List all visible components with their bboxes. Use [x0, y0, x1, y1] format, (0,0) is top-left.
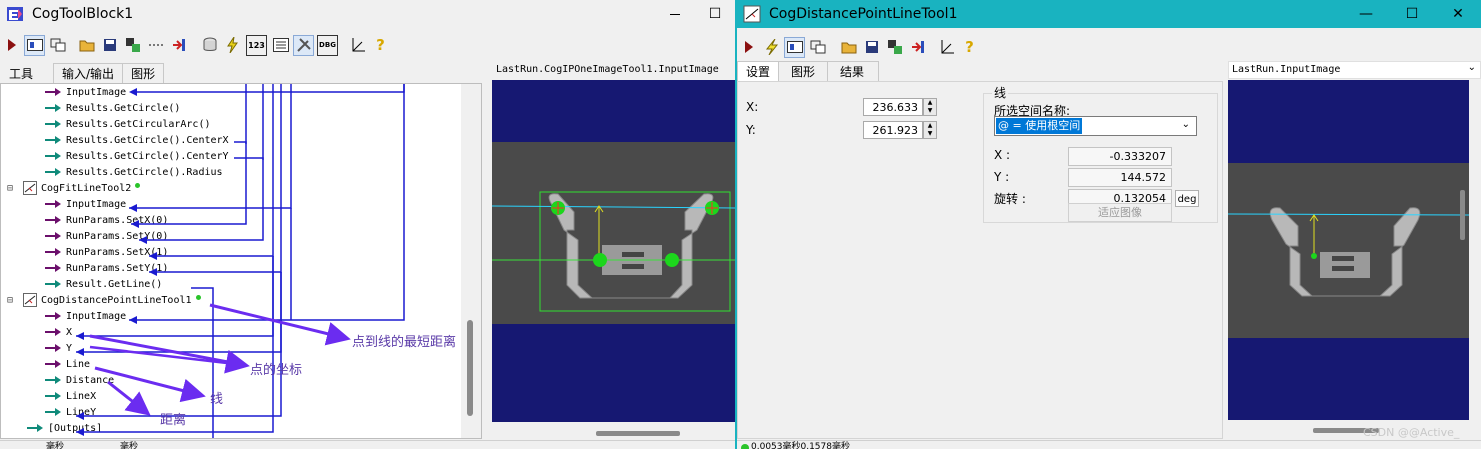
tool-block-window: CogToolBlock1 ☐ 123 DBG ? 工具 输入/输出 图形 In… — [0, 0, 735, 449]
line-x-value: -0.333207 — [1068, 147, 1172, 166]
save-icon[interactable] — [862, 38, 881, 57]
distance-maximize-button[interactable]: ☐ — [1389, 0, 1435, 28]
minimize-icon: — — [1359, 6, 1373, 22]
tab-settings[interactable]: 设置 — [737, 61, 780, 82]
right-status-bar: 0.0053毫秒0.1578毫秒 — [737, 440, 1481, 449]
left-image-display[interactable] — [492, 80, 735, 422]
line-group-title: 线 — [992, 84, 1009, 101]
x-spinner[interactable]: ▲ ▼ — [923, 98, 937, 116]
status-text: 0.0053毫秒0.1578毫秒 — [751, 442, 850, 449]
right-part-image — [1228, 207, 1469, 297]
floating-view-icon[interactable] — [808, 38, 827, 57]
tab-graphics[interactable]: 图形 — [778, 61, 829, 82]
annotation-shortest-distance: 点到线的最短距离 — [352, 335, 457, 350]
distance-tool-tabs: 设置 图形 结果 — [737, 61, 880, 82]
distance-close-button[interactable]: ✕ — [1435, 0, 1481, 28]
chevron-down-icon: ⌄ — [1467, 62, 1476, 73]
lightning-icon[interactable] — [762, 38, 781, 57]
left-part-image — [492, 191, 735, 312]
line-y-value: 144.572 — [1068, 168, 1172, 187]
space-name-value: @ = 使用根空间 — [996, 118, 1083, 134]
status-fragment-1: 毫秒 — [46, 442, 65, 449]
run-icon[interactable] — [739, 38, 758, 57]
image-view-icon[interactable] — [784, 36, 805, 58]
annotation-arrow-distance — [107, 380, 151, 416]
right-image-caption-select[interactable]: LastRun.InputImage ⌄ — [1228, 61, 1481, 79]
x-label: X: — [746, 100, 759, 114]
watermark: CSDN @@Active_ — [1363, 426, 1460, 439]
import-icon[interactable] — [908, 38, 927, 57]
right-image-caption: LastRun.InputImage — [1232, 64, 1341, 75]
right-image-display[interactable] — [1228, 80, 1469, 420]
close-icon: ✕ — [1452, 6, 1464, 22]
right-image-vscroll-thumb[interactable] — [1460, 190, 1465, 240]
distance-tool-toolbar: ? — [737, 34, 1481, 60]
annotation-distance: 距离 — [160, 413, 187, 428]
distance-tool-title: CogDistancePointLineTool1 — [769, 6, 958, 22]
chevron-down-icon: ⌄ — [1181, 119, 1190, 130]
status-ok-icon — [741, 444, 749, 449]
tab-results[interactable]: 结果 — [827, 61, 880, 82]
help-icon[interactable]: ? — [960, 38, 979, 57]
status-fragment-2: 毫秒 — [120, 442, 139, 449]
left-image-scroll-thumb[interactable] — [596, 431, 680, 436]
annotation-point-coords: 点的坐标 — [250, 363, 303, 378]
left-status-bar: 毫秒 毫秒 — [0, 440, 735, 449]
maximize-icon: ☐ — [1405, 6, 1419, 22]
y-spinner[interactable]: ▲ ▼ — [923, 121, 937, 139]
distance-tool-window: CogDistancePointLineTool1 — ☐ ✕ ? 设置 图形 … — [735, 0, 1481, 449]
settings-panel: X: 236.633 ▲ ▼ Y: 261.923 ▲ ▼ 线 所选空间名称: @ … — [737, 81, 1223, 439]
annotation-arrow-line — [94, 366, 206, 403]
x-input[interactable]: 236.633 — [863, 98, 923, 116]
open-icon[interactable] — [839, 38, 858, 57]
distance-tool-title-bar[interactable]: CogDistancePointLineTool1 — ☐ ✕ — [737, 0, 1481, 28]
annotation-arrow-shortest — [209, 303, 351, 346]
distance-tool-icon — [743, 5, 761, 23]
space-name-select[interactable]: @ = 使用根空间 ⌄ — [994, 116, 1197, 136]
distance-minimize-button[interactable]: — — [1343, 0, 1389, 28]
rotation-label: 旋转 : — [994, 192, 1026, 206]
line-x-label: X : — [994, 148, 1011, 162]
reset-icon[interactable] — [885, 38, 904, 57]
y-input[interactable]: 261.923 — [863, 121, 923, 139]
line-y-label: Y : — [994, 170, 1010, 184]
rotation-unit-button[interactable]: deg — [1175, 190, 1199, 207]
left-image-caption: LastRun.CogIPOneImageTool1.InputImage — [496, 64, 719, 75]
annotation-line: 线 — [210, 392, 224, 407]
fit-image-button[interactable]: 适应图像 — [1068, 203, 1172, 222]
y-label: Y: — [746, 123, 756, 137]
coordinate-icon[interactable] — [937, 38, 956, 57]
